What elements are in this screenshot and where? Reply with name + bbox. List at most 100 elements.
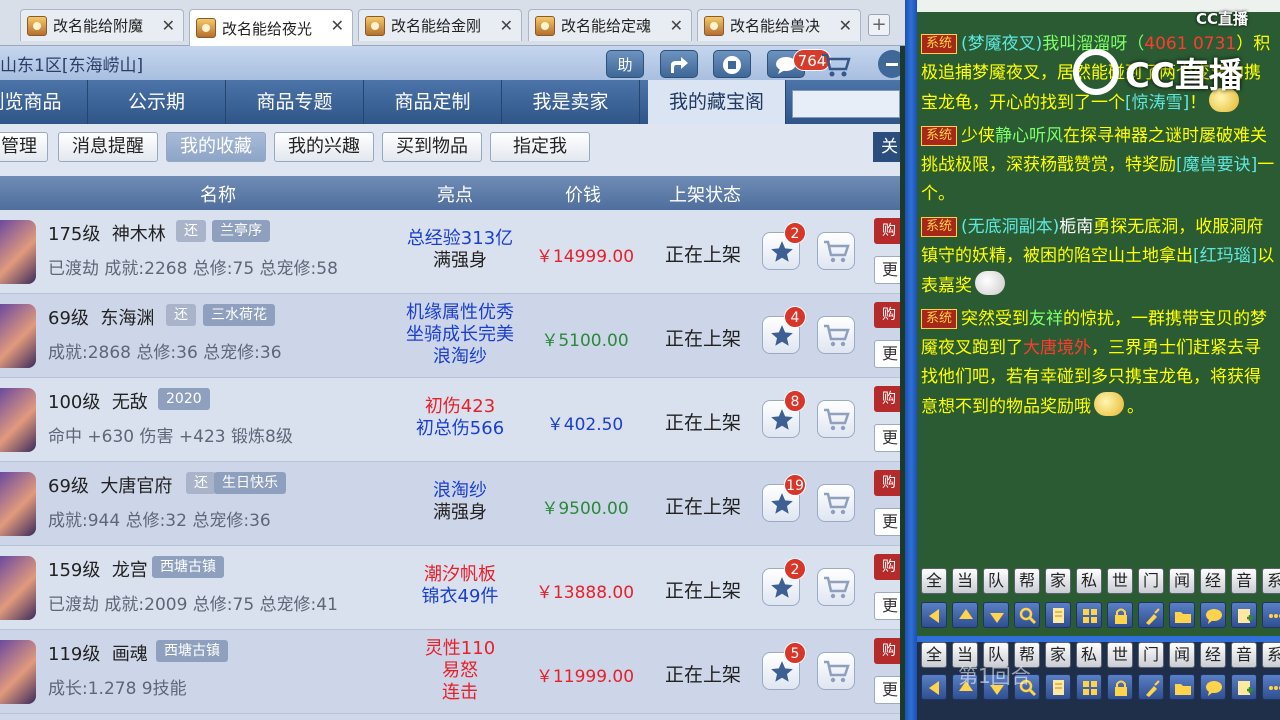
browser-tab-2[interactable]: 改名能给夜光 ✕ <box>189 9 353 46</box>
lock-button[interactable] <box>1107 674 1133 700</box>
more-button[interactable] <box>1262 674 1280 700</box>
character-avatar[interactable] <box>0 220 36 284</box>
character-avatar[interactable] <box>0 556 36 620</box>
note-button[interactable] <box>1045 674 1071 700</box>
chat-player[interactable]: 友祥 <box>1029 309 1063 329</box>
channel-button[interactable]: 闻 <box>1169 568 1195 594</box>
channel-button[interactable]: 门 <box>1138 568 1164 594</box>
browser-tab-4[interactable]: 改名能给定魂 ✕ <box>528 9 692 41</box>
channel-button[interactable]: 当 <box>952 568 978 594</box>
channel-button[interactable]: 家 <box>1045 568 1071 594</box>
channel-button[interactable]: 私 <box>1076 568 1102 594</box>
assigned-to-me-button[interactable]: 指定我 <box>490 132 590 162</box>
list-add-button[interactable] <box>1231 674 1257 700</box>
buy-button[interactable]: 购 <box>874 218 900 244</box>
close-icon[interactable]: ✕ <box>500 16 513 35</box>
add-to-cart-button[interactable] <box>817 232 855 270</box>
broom-button[interactable] <box>1138 674 1164 700</box>
character-avatar[interactable] <box>0 472 36 536</box>
add-to-cart-button[interactable] <box>817 400 855 438</box>
channel-button[interactable]: 经 <box>1200 568 1226 594</box>
my-favorites-button[interactable]: 我的收藏 <box>166 132 266 162</box>
tab-publicity[interactable]: 公示期 <box>88 80 226 124</box>
tab-custom[interactable]: 商品定制 <box>364 80 502 124</box>
cart-icon[interactable] <box>820 52 852 82</box>
browser-tab-5[interactable]: 改名能给兽决 ✕ <box>697 9 861 41</box>
buy-button[interactable]: 购 <box>874 638 900 664</box>
table-row[interactable]: 159级 龙宫 西塘古镇 已渡劫 成就:2009 总修:75 总宠修:41 潮汐帆板锦… <box>0 546 900 630</box>
more-button[interactable]: 更 <box>874 676 900 704</box>
character-avatar[interactable] <box>0 304 36 368</box>
speech-button[interactable] <box>1200 602 1226 628</box>
add-to-cart-button[interactable] <box>817 652 855 690</box>
channel-button[interactable]: 全 <box>921 568 947 594</box>
speech-button[interactable] <box>1200 674 1226 700</box>
chat-player[interactable]: 栀南 <box>1059 217 1093 237</box>
manage-button[interactable]: 管理 <box>0 132 48 162</box>
tab-browse[interactable]: 浏览商品 <box>0 80 88 124</box>
character-avatar[interactable] <box>0 640 36 704</box>
table-row[interactable]: 69级 大唐官府还生日快乐 成就:944 总修:32 总宠修:36 浪淘纱 满强身 ￥9… <box>0 462 900 546</box>
table-row[interactable]: 69级 东海渊还三水荷花 成就:2868 总修:36 总宠修:36 机缘属性优秀 坐骑… <box>0 294 900 378</box>
search-button[interactable] <box>1014 602 1040 628</box>
more-button[interactable]: 更 <box>874 592 900 620</box>
table-row[interactable]: 119级 画魂 西塘古镇 成长:1.278 9技能 灵性110 易怒 连击 ￥11999.0… <box>0 630 900 714</box>
folder-button[interactable] <box>1169 674 1195 700</box>
add-to-cart-button[interactable] <box>817 484 855 522</box>
close-icon[interactable]: ✕ <box>331 16 344 35</box>
record-button[interactable] <box>713 50 751 78</box>
left-arrow-button[interactable] <box>921 674 947 700</box>
add-to-cart-button[interactable] <box>817 568 855 606</box>
down-arrow-button[interactable] <box>983 602 1009 628</box>
more-button[interactable]: 更 <box>874 340 900 368</box>
more-button[interactable]: 更 <box>874 256 900 284</box>
tab-topics[interactable]: 商品专题 <box>226 80 364 124</box>
minimize-button[interactable] <box>878 50 900 78</box>
note-button[interactable] <box>1045 602 1071 628</box>
buy-button[interactable]: 购 <box>874 386 900 412</box>
grid-button[interactable] <box>1076 674 1102 700</box>
close-icon[interactable]: ✕ <box>670 16 683 35</box>
broom-button[interactable] <box>1138 602 1164 628</box>
channel-button[interactable]: 全 <box>921 642 947 668</box>
close-panel-button[interactable]: 关 <box>873 132 900 162</box>
channel-button[interactable]: 私 <box>1076 642 1102 668</box>
browser-tab-1[interactable]: 改名能给附魔 ✕ <box>20 9 184 41</box>
buy-button[interactable]: 购 <box>874 302 900 328</box>
more-button[interactable] <box>1262 602 1280 628</box>
table-row[interactable]: 175级 神木林还兰亭序 已渡劫 成就:2268 总修:75 总宠修:58 总经验3… <box>0 210 900 294</box>
list-add-button[interactable] <box>1231 602 1257 628</box>
character-avatar[interactable] <box>0 388 36 452</box>
channel-button[interactable]: 世 <box>1107 568 1133 594</box>
grid-button[interactable] <box>1076 602 1102 628</box>
close-icon[interactable]: ✕ <box>839 16 852 35</box>
channel-button[interactable]: 系 <box>1262 568 1280 594</box>
chat-player[interactable]: 静心听风 <box>995 126 1063 146</box>
tab-seller[interactable]: 我是卖家 <box>502 80 640 124</box>
folder-button[interactable] <box>1169 602 1195 628</box>
channel-button[interactable]: 闻 <box>1169 642 1195 668</box>
lock-button[interactable] <box>1107 602 1133 628</box>
chat-item-link[interactable]: [红玛瑙] <box>1193 246 1257 266</box>
browser-tab-3[interactable]: 改名能给金刚 ✕ <box>358 9 522 41</box>
add-to-cart-button[interactable] <box>817 316 855 354</box>
share-button[interactable] <box>660 50 698 78</box>
channel-button[interactable]: 系 <box>1262 642 1280 668</box>
my-interests-button[interactable]: 我的兴趣 <box>274 132 374 162</box>
channel-button[interactable]: 音 <box>1231 568 1257 594</box>
channel-button[interactable]: 门 <box>1138 642 1164 668</box>
table-row[interactable]: 100级 无敌 2020 命中 +630 伤害 +423 锻炼8级 初伤423 初总伤5… <box>0 378 900 462</box>
channel-button[interactable]: 帮 <box>1014 568 1040 594</box>
more-button[interactable]: 更 <box>874 508 900 536</box>
chat-item-link[interactable]: [魔兽要诀] <box>1176 155 1257 175</box>
new-tab-button[interactable]: + <box>868 14 890 36</box>
help-button[interactable]: 助 <box>606 50 644 78</box>
search-input[interactable] <box>792 90 900 118</box>
close-icon[interactable]: ✕ <box>162 16 175 35</box>
up-arrow-button[interactable] <box>952 602 978 628</box>
channel-button[interactable]: 队 <box>983 568 1009 594</box>
left-arrow-button[interactable] <box>921 602 947 628</box>
channel-button[interactable]: 家 <box>1045 642 1071 668</box>
channel-button[interactable]: 世 <box>1107 642 1133 668</box>
message-alert-button[interactable]: 消息提醒 <box>58 132 158 162</box>
